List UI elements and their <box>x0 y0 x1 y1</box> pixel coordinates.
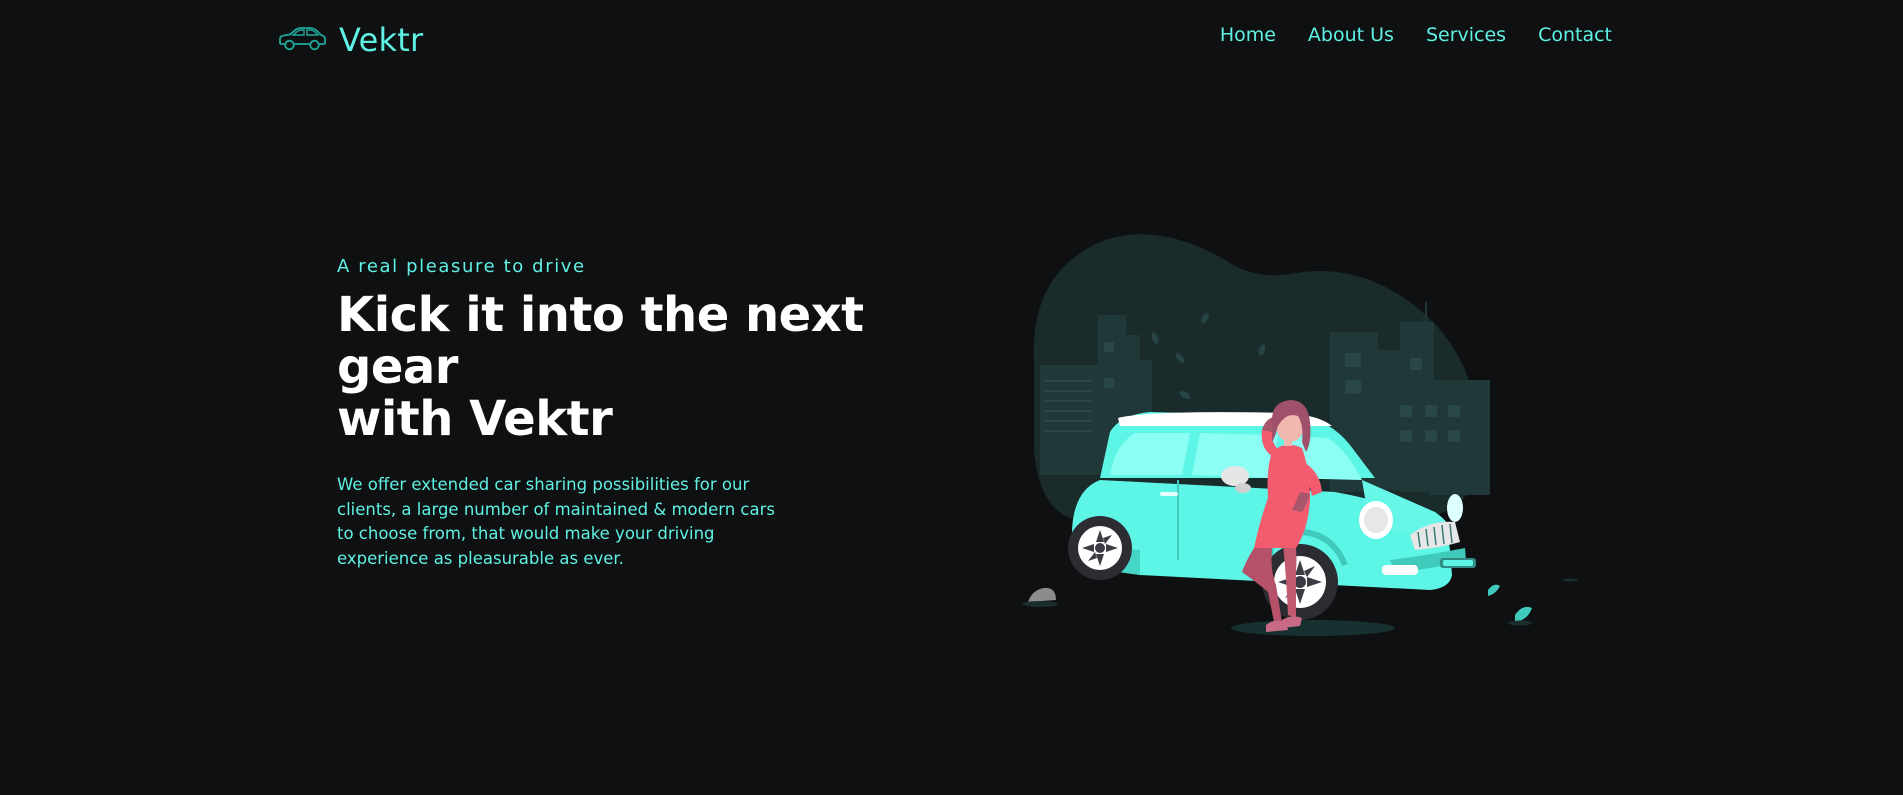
rock <box>1028 587 1056 602</box>
hero-headline-line-1: Kick it into the next gear <box>337 287 864 395</box>
hero-eyebrow: A real pleasure to drive <box>337 256 586 277</box>
main-nav: Home About Us Services Contact <box>1220 24 1612 46</box>
hero-headline-line-2: with Vektr <box>337 391 613 447</box>
ground-shadow <box>1231 620 1395 636</box>
hero-description: We offer extended car sharing possibilit… <box>337 475 775 568</box>
hero-illustration <box>1010 230 1590 650</box>
nav-item-contact[interactable]: Contact <box>1538 24 1612 46</box>
hero-section: A real pleasure to drive Kick it into th… <box>337 256 937 571</box>
landing-page: Vektr Home About Us Services Contact A r… <box>0 0 1903 795</box>
nav-item-services[interactable]: Services <box>1426 24 1506 46</box>
nav-item-about-us[interactable]: About Us <box>1308 24 1394 46</box>
brand-name: Vektr <box>339 21 424 59</box>
hero-headline: Kick it into the next gear with Vektr <box>337 289 937 445</box>
site-header: Vektr Home About Us Services Contact <box>0 0 1903 78</box>
brand-logo-link[interactable]: Vektr <box>277 16 423 64</box>
car-icon <box>277 27 327 53</box>
nav-item-home[interactable]: Home <box>1220 24 1276 46</box>
small-leaves <box>1488 584 1532 622</box>
